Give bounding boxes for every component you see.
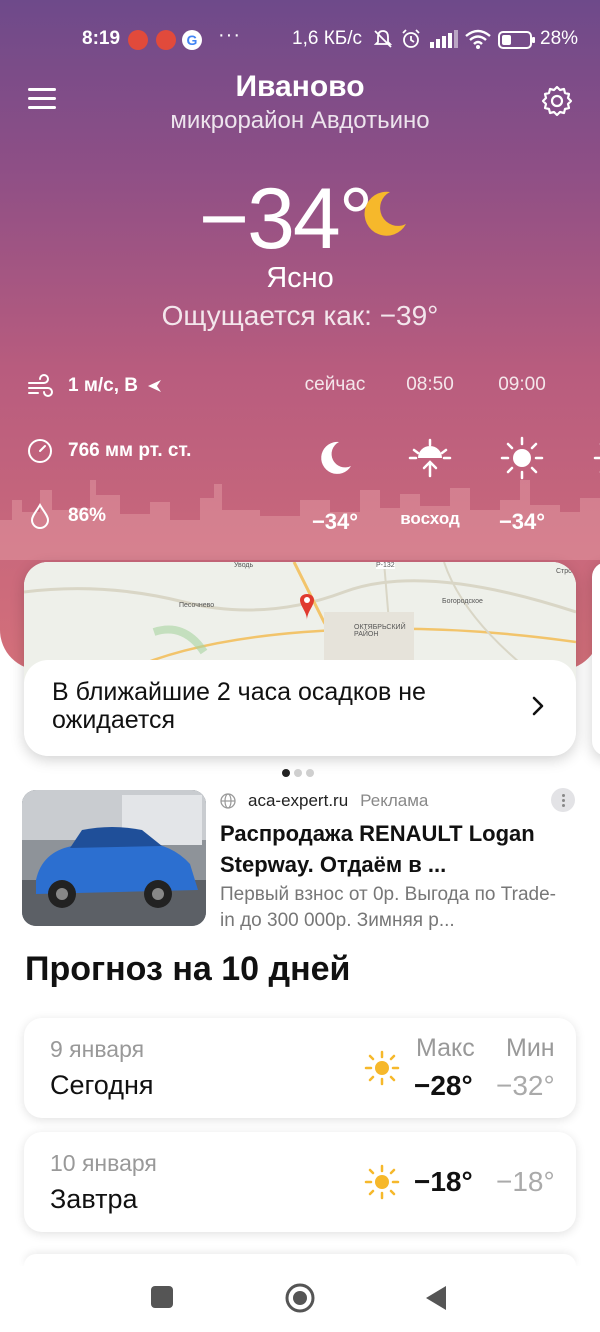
car-photo: [22, 790, 206, 926]
sun-icon: [364, 1164, 400, 1200]
back-triangle-icon[interactable]: [424, 1284, 448, 1312]
hourly-item[interactable]: 10 −3: [570, 370, 600, 535]
signal-icon: [430, 30, 458, 48]
forecast-day-card[interactable]: 9 января Сегодня Макс Мин −28° −32°: [24, 1018, 576, 1118]
hour-label: 09:00: [498, 374, 546, 395]
network-speed: 1,6 КБ/с: [292, 28, 363, 49]
wifi-icon: [465, 29, 491, 49]
app-notification-icon: [156, 30, 176, 50]
sun-icon: [500, 436, 544, 480]
day-name: Сегодня: [50, 1070, 154, 1100]
forecast-day-card[interactable]: 10 января Завтра −18° −18°: [24, 1132, 576, 1232]
map-label: Богородское: [442, 598, 483, 605]
pressure-value: 766 мм рт. ст.: [68, 440, 192, 461]
min-label: Мин: [506, 1034, 555, 1062]
chevron-right-icon[interactable]: [530, 694, 546, 718]
ad-source[interactable]: aca-expert.ru Реклама: [220, 791, 428, 811]
sun-icon: [593, 443, 600, 473]
map-label: Стро: [556, 568, 573, 575]
mute-icon: [373, 30, 393, 48]
pager-dot[interactable]: [282, 769, 290, 777]
hour-label: 10: [570, 370, 600, 400]
humidity-value: 86%: [68, 505, 107, 526]
pager-dot[interactable]: [294, 769, 302, 777]
map-label: Уводь: [234, 562, 254, 569]
pressure-gauge-icon: [28, 439, 52, 463]
ad-label: Реклама: [360, 791, 429, 810]
sun-icon: [364, 1050, 400, 1086]
humidity-drop-icon: [30, 502, 50, 529]
battery-icon: [498, 31, 535, 49]
hour-label: сейчас: [304, 374, 366, 395]
globe-icon: [220, 793, 236, 809]
app-notification-icon: [128, 30, 148, 50]
day-name: Завтра: [50, 1184, 138, 1214]
map-label: Песочнево: [179, 602, 215, 609]
precipitation-map-card[interactable]: Уводь Песочнево Богородское ОКТЯБРЬСКИЙ …: [24, 562, 576, 756]
day-max: −28°: [414, 1070, 473, 1101]
carousel-pager: [282, 764, 318, 782]
day-min: −32°: [496, 1070, 555, 1101]
map-label: Р-132: [376, 562, 395, 569]
day-max: −18°: [414, 1166, 473, 1197]
day-min: −18°: [496, 1166, 555, 1197]
more-options-icon[interactable]: [551, 788, 575, 812]
precipitation-forecast[interactable]: В ближайшие 2 часа осадков не ожидается: [24, 660, 576, 756]
status-overflow: ···: [218, 24, 241, 46]
weather-condition: Ясно: [266, 262, 334, 294]
forecast-title: Прогноз на 10 дней: [25, 950, 351, 988]
hour-label: 08:50: [406, 374, 454, 395]
battery-percent: 28%: [540, 28, 579, 49]
pager-dot[interactable]: [306, 769, 314, 777]
ad-domain: aca-expert.ru: [248, 791, 349, 810]
humidity-info: 86%: [26, 502, 106, 530]
moon-icon: [364, 191, 406, 236]
day-date: 9 января: [50, 1036, 145, 1062]
status-bar: 8:19 G ··· 1,6 КБ/с 28%: [0, 22, 600, 58]
ad-description[interactable]: Первый взнос от 0р. Выгода по Trade-in д…: [220, 882, 560, 934]
wind-icon: [28, 374, 53, 397]
moon-icon: [321, 441, 351, 474]
ad-image[interactable]: [22, 790, 206, 926]
wind-info: 1 м/с, В: [26, 372, 162, 400]
hour-value: восход: [400, 509, 460, 528]
hour-value: −34°: [498, 509, 546, 534]
hourly-item[interactable]: 08:50 восход: [385, 370, 475, 529]
hourly-item[interactable]: 09:00 −34°: [477, 370, 567, 535]
hourly-item[interactable]: сейчас −34°: [290, 370, 380, 535]
current-temperature: −34°: [198, 171, 373, 267]
map-label: ОКТЯБРЬСКИЙ РАЙОН: [354, 624, 406, 638]
recents-square-icon[interactable]: [151, 1286, 173, 1308]
day-date: 10 января: [50, 1150, 157, 1176]
wind-direction-icon: [148, 380, 162, 392]
ad-title[interactable]: Распродажа RENAULT Logan Stepway. Отдаём…: [220, 818, 560, 880]
hour-value: −3: [570, 509, 600, 535]
pressure-info: 766 мм рт. ст.: [26, 437, 191, 465]
gear-icon[interactable]: [540, 84, 574, 118]
alarm-icon: [402, 29, 420, 48]
hour-value: −34°: [311, 509, 359, 534]
hourly-forecast[interactable]: сейчас −34° 08:50 восход 09:00 −34° 10 −…: [290, 370, 600, 540]
google-icon: G: [182, 30, 202, 50]
status-time: 8:19: [82, 28, 121, 49]
precipitation-text: В ближайшие 2 часа осадков не ожидается: [52, 678, 426, 734]
wind-value: 1 м/с, В: [68, 375, 139, 396]
feels-like: Ощущается как: −39°: [161, 300, 439, 331]
next-card-peek[interactable]: [592, 562, 600, 756]
next-day-card-edge[interactable]: [24, 1254, 576, 1266]
home-circle-icon[interactable]: [284, 1282, 316, 1314]
city-name[interactable]: Иваново: [0, 70, 600, 104]
max-label: Макс: [416, 1034, 475, 1062]
district-name[interactable]: микрорайон Авдотьино: [0, 107, 600, 135]
sunrise-icon: [408, 438, 452, 478]
system-navigation-bar: [0, 1266, 600, 1332]
